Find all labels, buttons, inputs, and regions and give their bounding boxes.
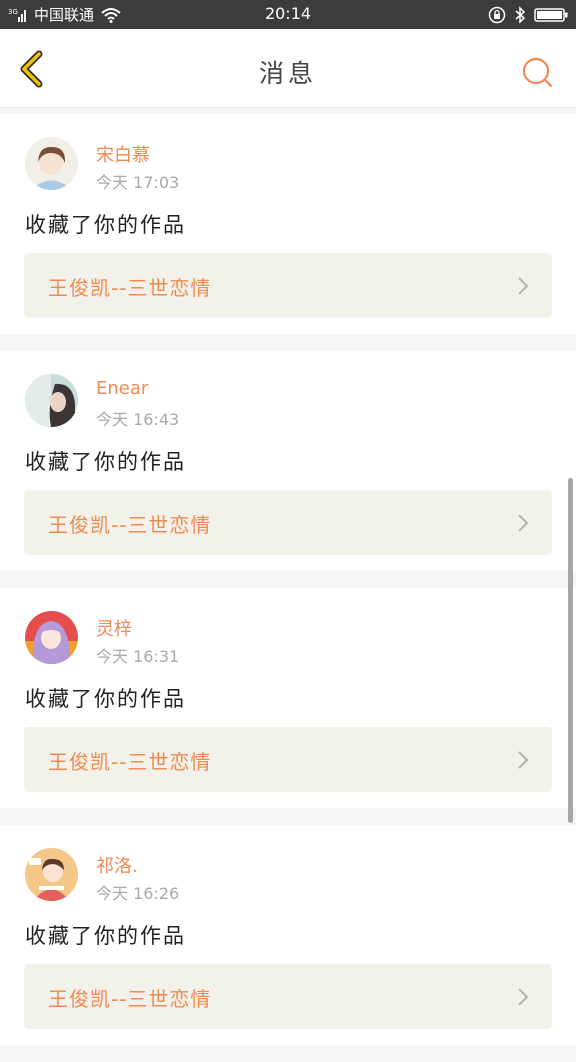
- bluetooth-icon: [515, 6, 526, 24]
- boy-illustration-avatar: [25, 137, 78, 190]
- timestamp: 今天 16:31: [96, 647, 180, 666]
- message-list: 宋白慕 今天 17:03 收藏了你的作品 王俊凯--三世恋情 Enear 今天 …: [0, 114, 576, 1062]
- work-link[interactable]: 王俊凯--三世恋情: [24, 727, 552, 792]
- avatar[interactable]: [25, 611, 78, 664]
- username[interactable]: 灵梓: [96, 615, 132, 641]
- chevron-right-icon: [518, 277, 529, 295]
- work-link[interactable]: 王俊凯--三世恋情: [24, 964, 552, 1029]
- action-text: 收藏了你的作品: [25, 450, 186, 474]
- girl-photo-avatar: [25, 374, 78, 427]
- avatar[interactable]: [25, 137, 78, 190]
- header: 消息: [0, 29, 576, 108]
- message-card: Enear 今天 16:43 收藏了你的作品 王俊凯--三世恋情: [0, 351, 576, 571]
- username[interactable]: 祁洛.: [96, 852, 138, 878]
- timestamp: 今天 17:03: [96, 173, 180, 192]
- work-link[interactable]: 王俊凯--三世恋情: [24, 490, 552, 555]
- username[interactable]: Enear: [96, 378, 148, 399]
- chevron-right-icon: [518, 988, 529, 1006]
- message-card: 宋白慕 今天 17:03 收藏了你的作品 王俊凯--三世恋情: [0, 114, 576, 334]
- search-icon[interactable]: [520, 55, 554, 89]
- work-title: 王俊凯--三世恋情: [48, 750, 212, 774]
- chevron-right-icon: [518, 751, 529, 769]
- message-card: 灵梓 今天 16:31 收藏了你的作品 王俊凯--三世恋情: [0, 588, 576, 808]
- scrollbar[interactable]: [568, 478, 573, 823]
- rotation-lock-icon: [488, 6, 506, 24]
- action-text: 收藏了你的作品: [25, 687, 186, 711]
- message-card: 祁洛. 今天 16:26 收藏了你的作品 王俊凯--三世恋情: [0, 825, 576, 1045]
- timestamp: 今天 16:43: [96, 410, 180, 429]
- avatar[interactable]: [25, 374, 78, 427]
- work-title: 王俊凯--三世恋情: [48, 987, 212, 1011]
- work-title: 王俊凯--三世恋情: [48, 276, 212, 300]
- avatar[interactable]: [25, 848, 78, 901]
- work-link[interactable]: 王俊凯--三世恋情: [24, 253, 552, 318]
- page-title: 消息: [258, 59, 317, 88]
- status-bar: 3G 中国联通 20:14: [0, 0, 576, 29]
- action-text: 收藏了你的作品: [25, 924, 186, 948]
- chevron-right-icon: [518, 514, 529, 532]
- cartoon-boy-avatar: [25, 848, 78, 901]
- battery-icon: [534, 8, 568, 22]
- work-title: 王俊凯--三世恋情: [48, 513, 212, 537]
- timestamp: 今天 16:26: [96, 884, 180, 903]
- action-text: 收藏了你的作品: [25, 213, 186, 237]
- username[interactable]: 宋白慕: [96, 141, 150, 167]
- anime-girl-avatar: [25, 611, 78, 664]
